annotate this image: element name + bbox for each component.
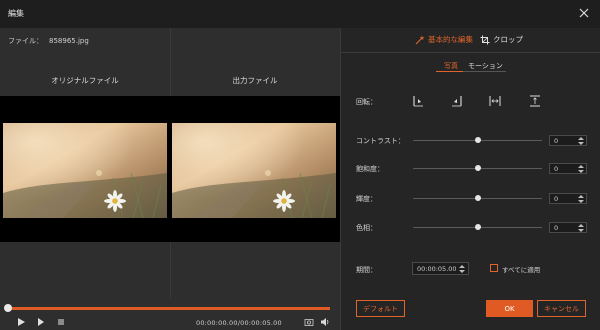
volume-icon[interactable] [320,317,330,327]
preview-panel: ファイル： 858965.jpg オリジナルファイル 出力ファイル 00:00:… [0,28,340,330]
contrast-slider[interactable] [413,137,542,143]
next-frame-icon[interactable] [36,317,46,327]
crop-icon [480,35,490,44]
subtab-motion[interactable]: モーション [468,61,503,71]
file-label: ファイル： [8,37,43,45]
brightness-label: 輝度： [356,195,377,203]
subtab-photo[interactable]: 写真 [444,61,458,71]
brightness-value: 0 [554,195,559,203]
timeline-handle[interactable] [4,304,12,312]
brightness-stepper-icon[interactable] [578,195,584,203]
contrast-slider-thumb[interactable] [474,137,481,143]
duration-label: 期間： [356,266,377,274]
original-preview-image [3,123,167,218]
playback-timeline[interactable] [4,304,330,312]
brightness-value-field[interactable]: 0 [549,193,587,204]
magic-wand-icon [415,35,425,44]
file-info: ファイル： 858965.jpg [8,36,89,46]
tab-basic-edit[interactable]: 基本的な編集 [415,34,473,45]
tabs-divider [341,52,600,53]
tab-crop[interactable]: クロップ [480,34,523,45]
contrast-value-field[interactable]: 0 [549,135,587,146]
cancel-button[interactable]: キャンセル [537,300,586,317]
subtab-motion-underline [463,71,506,72]
output-file-label: 出力ファイル [232,76,278,85]
ok-button[interactable]: OK [486,300,533,317]
saturation-value: 0 [554,165,559,173]
output-preview-image [171,123,337,218]
playback-controls: 00:00:00.00/00:00:05.00 [0,316,340,330]
rotate-left-icon[interactable] [450,94,464,108]
rotate-label: 回転： [356,98,377,106]
flip-vertical-icon[interactable] [528,94,542,108]
hue-slider[interactable] [413,224,542,230]
tab-crop-label: クロップ [493,35,523,44]
hue-value-field[interactable]: 0 [549,222,587,233]
default-button[interactable]: デフォルト [356,300,405,317]
timeline-progress [6,307,330,310]
stop-icon[interactable] [56,317,66,327]
subtab-photo-underline [436,71,463,72]
play-icon[interactable] [16,317,26,327]
apply-all-checkbox[interactable] [490,264,498,272]
hue-value: 0 [554,224,559,232]
contrast-label: コントラスト： [356,137,405,145]
tab-basic-edit-label: 基本的な編集 [428,35,473,44]
duration-field[interactable]: 00:00:05.00 [412,262,469,275]
duration-value: 00:00:05.00 [417,265,457,273]
close-icon[interactable] [577,6,591,20]
brightness-slider-thumb[interactable] [474,195,481,201]
saturation-label: 飽和度： [356,165,384,173]
brightness-slider[interactable] [413,195,542,201]
contrast-value: 0 [554,137,559,145]
saturation-stepper-icon[interactable] [578,165,584,173]
window-title: 編集 [8,9,24,18]
snapshot-icon[interactable] [304,317,314,327]
contrast-stepper-icon[interactable] [578,137,584,145]
saturation-slider[interactable] [413,165,542,171]
rotate-right-icon[interactable] [411,94,425,108]
hue-stepper-icon[interactable] [578,224,584,232]
file-name: 858965.jpg [49,37,89,45]
flip-horizontal-icon[interactable] [488,94,502,108]
title-bar: 編集 [0,0,600,28]
saturation-value-field[interactable]: 0 [549,163,587,174]
saturation-slider-thumb[interactable] [474,165,481,171]
playback-time: 00:00:00.00/00:00:05.00 [196,319,282,327]
hue-label: 色相： [356,224,377,232]
apply-all-label: すべてに適用 [502,266,541,274]
duration-stepper-icon[interactable] [459,265,465,273]
edit-settings-panel: 基本的な編集 クロップ 写真 モーション 回転： コントラスト： 0 飽和度： [340,28,600,330]
original-file-label: オリジナルファイル [51,76,119,85]
hue-slider-thumb[interactable] [474,224,481,230]
